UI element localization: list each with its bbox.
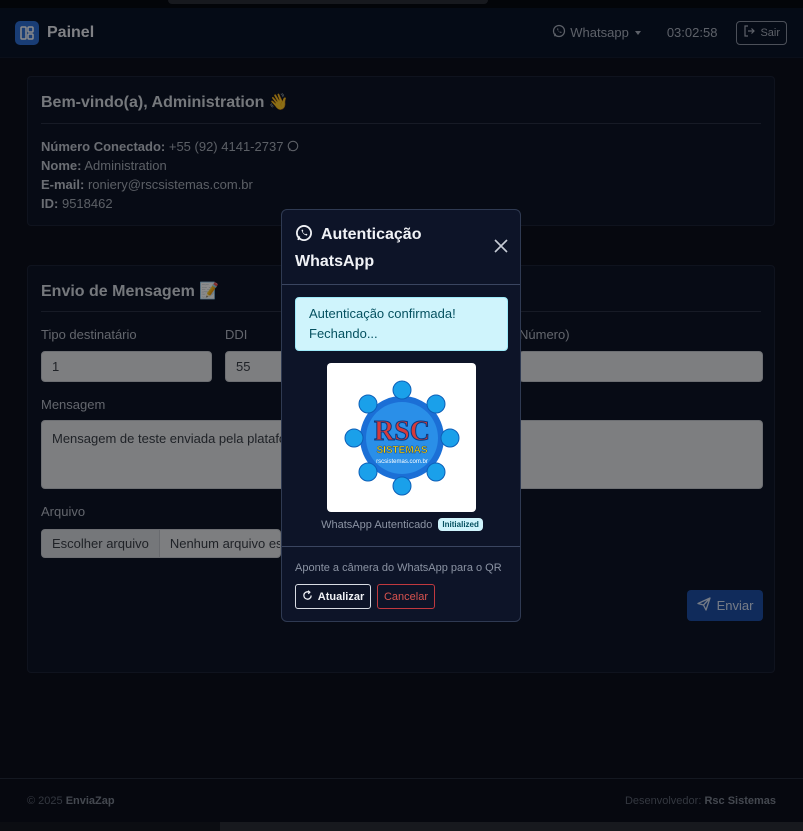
close-icon[interactable] [493, 238, 509, 254]
whatsapp-icon [295, 224, 313, 250]
refresh-button[interactable]: Atualizar [295, 584, 371, 609]
auth-status: WhatsApp Autenticado Initialized [282, 518, 520, 531]
modal-header: Autenticação WhatsApp [282, 210, 520, 285]
modal-footer: Aponte a câmera do WhatsApp para o QR At… [282, 546, 520, 621]
auth-modal: Autenticação WhatsApp Autenticação confi… [281, 209, 521, 622]
company-logo: RSC SISTEMAS rscsistemas.com.br [344, 380, 459, 495]
auth-alert: Autenticação confirmada! Fechando... [295, 297, 508, 351]
qr-hint: Aponte a câmera do WhatsApp para o QR [295, 562, 502, 574]
status-badge: Initialized [438, 518, 483, 531]
svg-text:SISTEMAS: SISTEMAS [376, 445, 427, 456]
modal-title: Autenticação WhatsApp [295, 224, 422, 270]
qr-code-area: RSC SISTEMAS rscsistemas.com.br [327, 363, 476, 512]
refresh-label: Atualizar [317, 590, 365, 603]
svg-text:rscsistemas.com.br: rscsistemas.com.br [376, 459, 428, 465]
auth-status-text: WhatsApp Autenticado [321, 518, 433, 531]
cancel-button[interactable]: Cancelar [377, 584, 435, 609]
refresh-icon [302, 589, 313, 604]
svg-text:RSC: RSC [373, 416, 429, 447]
